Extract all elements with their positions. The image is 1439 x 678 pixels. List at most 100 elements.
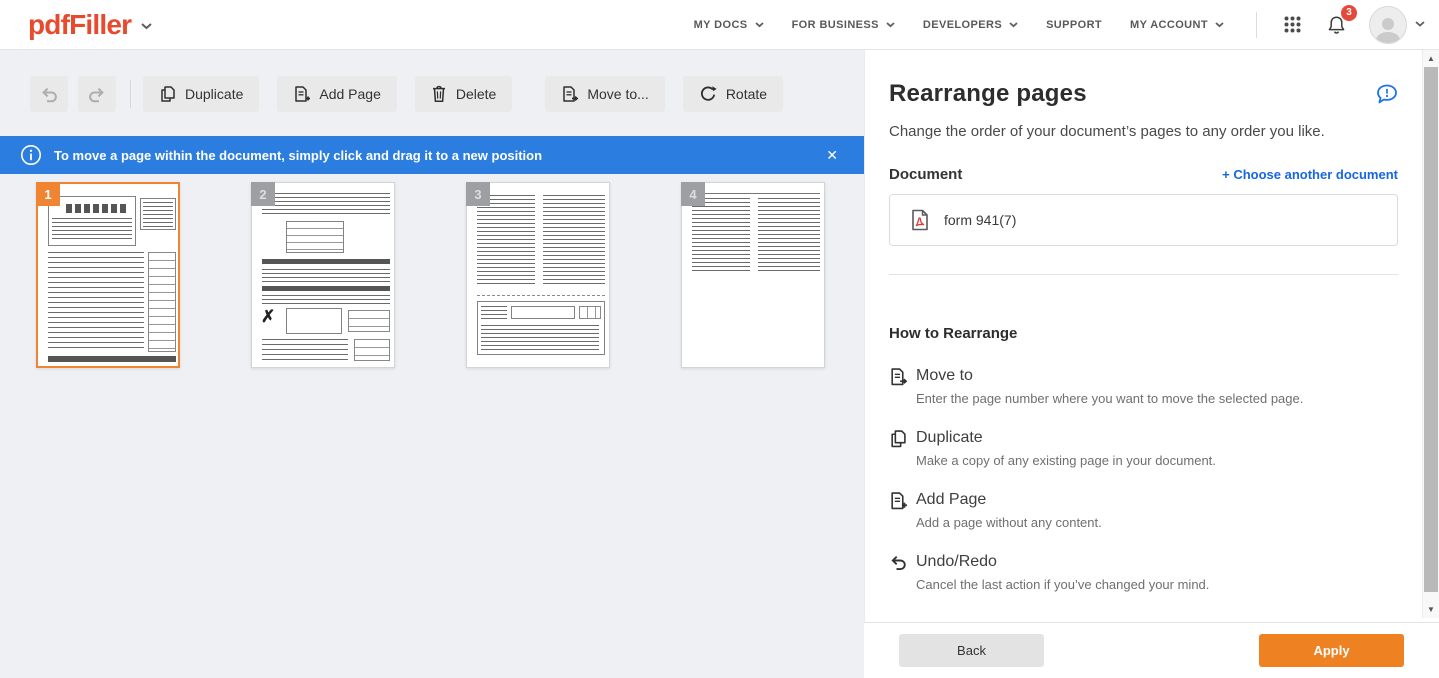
user-icon xyxy=(1373,15,1403,43)
move-to-icon xyxy=(561,85,578,103)
step-description: Add a page without any content. xyxy=(916,515,1398,530)
step-label: Undo/Redo xyxy=(916,553,1398,571)
page-number-badge: 4 xyxy=(681,182,705,206)
notifications-button[interactable]: 3 xyxy=(1324,12,1349,38)
duplicate-icon xyxy=(889,429,907,449)
page-thumbnail-1[interactable]: 1 xyxy=(36,182,180,368)
divider xyxy=(889,274,1398,275)
step-duplicate: Duplicate Make a copy of any existing pa… xyxy=(889,429,1398,468)
rotate-icon xyxy=(699,85,717,103)
help-bubble-icon[interactable] xyxy=(1376,84,1398,105)
file-name: form 941(7) xyxy=(944,212,1016,228)
apps-grid-button[interactable] xyxy=(1281,13,1304,36)
redo-button[interactable] xyxy=(78,76,116,112)
banner-text: To move a page within the document, simp… xyxy=(54,148,542,163)
nav-developers[interactable]: DEVELOPERS xyxy=(923,19,1018,31)
top-navbar: pdfFiller MY DOCS FOR BUSINESS DEVELOPER… xyxy=(0,0,1439,50)
logo-text: pdfFiller xyxy=(28,9,131,41)
page-thumbnail-2[interactable]: 2 ✗ xyxy=(251,182,395,368)
pdffiller-logo[interactable]: pdfFiller xyxy=(28,9,152,41)
nav-divider xyxy=(1256,12,1257,38)
how-to-title: How to Rearrange xyxy=(889,325,1398,342)
nav-for-business[interactable]: FOR BUSINESS xyxy=(792,19,895,31)
add-page-icon xyxy=(293,85,310,103)
trash-icon xyxy=(431,85,447,103)
notification-badge: 3 xyxy=(1341,5,1357,21)
scrollbar-up-arrow[interactable]: ▲ xyxy=(1423,51,1439,66)
account-menu[interactable] xyxy=(1369,6,1425,44)
nav-my-docs[interactable]: MY DOCS xyxy=(694,19,764,31)
grid-icon xyxy=(1283,15,1302,34)
step-label: Add Page xyxy=(916,491,1398,509)
panel-footer: Back Apply xyxy=(864,622,1439,678)
avatar xyxy=(1369,6,1407,44)
chevron-down-icon xyxy=(886,22,895,28)
document-label: Document xyxy=(889,166,962,183)
nav-label: MY DOCS xyxy=(694,19,748,31)
scrollbar-thumb[interactable] xyxy=(1424,67,1438,592)
move-to-button[interactable]: Move to... xyxy=(545,76,664,112)
panel-subtitle: Change the order of your document’s page… xyxy=(889,123,1398,140)
step-move-to: Move to Enter the page number where you … xyxy=(889,367,1398,406)
apply-button[interactable]: Apply xyxy=(1259,634,1404,667)
step-undo-redo: Undo/Redo Cancel the last action if you’… xyxy=(889,553,1398,592)
nav-my-account[interactable]: MY ACCOUNT xyxy=(1130,19,1224,31)
duplicate-icon xyxy=(159,85,176,103)
main-nav: MY DOCS FOR BUSINESS DEVELOPERS SUPPORT … xyxy=(680,6,1425,44)
nav-label: FOR BUSINESS xyxy=(792,19,879,31)
how-to-steps: Move to Enter the page number where you … xyxy=(889,367,1398,592)
delete-button[interactable]: Delete xyxy=(415,76,512,112)
page-preview xyxy=(44,190,172,360)
panel-title: Rearrange pages xyxy=(889,80,1087,108)
chevron-down-icon xyxy=(1215,22,1224,28)
button-label: Delete xyxy=(456,86,496,102)
nav-label: SUPPORT xyxy=(1046,19,1102,31)
button-label: Rotate xyxy=(726,86,767,102)
nav-support[interactable]: SUPPORT xyxy=(1046,19,1102,31)
add-page-icon xyxy=(889,491,907,511)
document-item[interactable]: form 941(7) xyxy=(889,194,1398,246)
step-description: Make a copy of any existing page in your… xyxy=(916,453,1398,468)
page-preview xyxy=(473,189,603,361)
pages-workspace: Duplicate Add Page xyxy=(0,50,864,678)
step-label: Duplicate xyxy=(916,429,1398,447)
banner-close-button[interactable]: ✕ xyxy=(820,143,844,168)
rearrange-panel: Rearrange pages Change the order of your… xyxy=(864,50,1422,622)
nav-label: MY ACCOUNT xyxy=(1130,19,1208,31)
rotate-button[interactable]: Rotate xyxy=(683,76,783,112)
button-label: Move to... xyxy=(587,86,648,102)
page-number-badge: 3 xyxy=(466,182,490,206)
pdf-file-icon xyxy=(911,209,929,231)
undo-icon xyxy=(889,553,907,573)
toolbar-divider xyxy=(130,80,131,108)
nav-label: DEVELOPERS xyxy=(923,19,1002,31)
chevron-down-icon xyxy=(755,22,764,28)
step-description: Enter the page number where you want to … xyxy=(916,391,1398,406)
step-description: Cancel the last action if you’ve changed… xyxy=(916,577,1398,592)
pages-toolbar: Duplicate Add Page xyxy=(30,76,801,112)
page-thumbnail-3[interactable]: 3 xyxy=(466,182,610,368)
undo-button[interactable] xyxy=(30,76,68,112)
chevron-down-icon xyxy=(1009,22,1018,28)
page-number-badge: 2 xyxy=(251,182,275,206)
chevron-down-icon xyxy=(1415,21,1425,28)
step-add-page: Add Page Add a page without any content. xyxy=(889,491,1398,530)
undo-icon xyxy=(39,85,59,103)
info-banner: To move a page within the document, simp… xyxy=(0,136,864,174)
back-button[interactable]: Back xyxy=(899,634,1044,667)
add-page-button[interactable]: Add Page xyxy=(277,76,397,112)
chevron-down-icon xyxy=(141,23,152,30)
scrollbar[interactable]: ▲ ▼ xyxy=(1422,50,1439,618)
info-icon xyxy=(20,144,42,166)
page-preview xyxy=(688,189,818,361)
redo-icon xyxy=(87,85,107,103)
step-label: Move to xyxy=(916,367,1398,385)
choose-another-document-link[interactable]: + Choose another document xyxy=(1222,167,1398,182)
page-number-badge: 1 xyxy=(36,182,60,206)
page-thumbnails: 1 2 xyxy=(36,182,896,368)
button-label: Add Page xyxy=(319,86,381,102)
page-thumbnail-4[interactable]: 4 xyxy=(681,182,825,368)
page-preview: ✗ xyxy=(258,189,388,361)
scrollbar-down-arrow[interactable]: ▼ xyxy=(1423,602,1439,617)
duplicate-button[interactable]: Duplicate xyxy=(143,76,259,112)
